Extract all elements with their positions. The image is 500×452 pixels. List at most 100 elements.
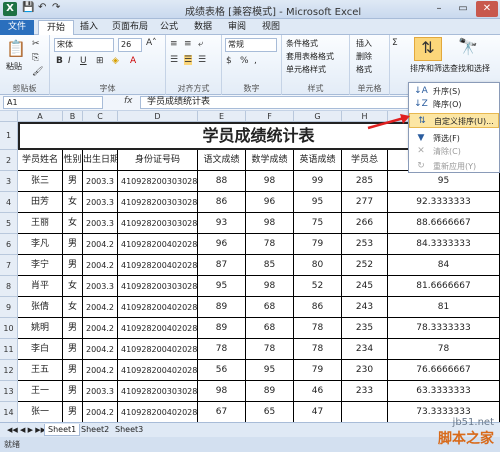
data-cell[interactable]: 2004.2 — [83, 297, 118, 318]
format-cells-button[interactable]: 格式 — [356, 64, 372, 75]
paste-button[interactable]: 粘贴 — [6, 61, 22, 72]
row-header[interactable]: 5 — [0, 213, 18, 234]
sheet-nav-icon[interactable]: ◀◀ ◀ ▶ ▶▶ — [4, 424, 49, 436]
row-header[interactable]: 4 — [0, 192, 18, 213]
name-box[interactable]: A1 — [3, 96, 103, 109]
data-cell[interactable]: 2003.3 — [83, 171, 118, 192]
align-top-icon[interactable]: ≡ — [170, 39, 178, 49]
tab-file[interactable]: 文件 — [0, 20, 34, 35]
align-right-icon[interactable]: ☰ — [198, 55, 206, 65]
data-cell[interactable]: 233 — [342, 381, 388, 402]
tab-home[interactable]: 开始 — [38, 20, 75, 35]
data-cell[interactable]: 86 — [198, 192, 246, 213]
data-cell[interactable]: 410928200402028812 — [118, 339, 198, 360]
data-cell[interactable]: 410928200402028812 — [118, 402, 198, 422]
data-cell[interactable]: 2003.3 — [83, 381, 118, 402]
data-cell[interactable]: 410928200303028812 — [118, 213, 198, 234]
data-cell[interactable]: 243 — [342, 297, 388, 318]
data-cell[interactable]: 410928200303028812 — [118, 276, 198, 297]
column-heading-cell[interactable]: 英语成绩 — [294, 150, 342, 171]
data-cell[interactable]: 78 — [294, 339, 342, 360]
align-middle-icon[interactable]: ≡ — [184, 39, 192, 49]
data-cell[interactable]: 78 — [388, 339, 500, 360]
tab-data[interactable]: 数据 — [186, 20, 220, 35]
data-cell[interactable]: 96 — [198, 234, 246, 255]
data-cell[interactable]: 410928200303028818 — [118, 192, 198, 213]
data-cell[interactable]: 410928200402028812 — [118, 255, 198, 276]
row-header[interactable]: 13 — [0, 381, 18, 402]
data-cell[interactable]: 2004.2 — [83, 255, 118, 276]
table-format-button[interactable]: 套用表格格式 — [286, 51, 334, 62]
sheet-tab-2[interactable]: Sheet2 — [78, 424, 112, 436]
row-header[interactable]: 2 — [0, 150, 18, 171]
select-all-corner[interactable] — [0, 111, 18, 122]
data-cell[interactable]: 95 — [198, 276, 246, 297]
tab-review[interactable]: 审阅 — [220, 20, 254, 35]
data-cell[interactable]: 95 — [246, 360, 294, 381]
data-cell[interactable]: 78 — [246, 339, 294, 360]
sheet-tab-3[interactable]: Sheet3 — [112, 424, 146, 436]
tab-insert[interactable]: 插入 — [72, 20, 106, 35]
find-select-icon[interactable]: 🔭 — [458, 37, 478, 56]
data-cell[interactable]: 46 — [294, 381, 342, 402]
data-cell[interactable]: 姚明 — [18, 318, 63, 339]
data-cell[interactable]: 95 — [388, 171, 500, 192]
tab-page-layout[interactable]: 页面布局 — [104, 20, 156, 35]
row-header[interactable]: 10 — [0, 318, 18, 339]
data-cell[interactable]: 277 — [342, 192, 388, 213]
font-name-select[interactable]: 宋体 — [54, 38, 114, 52]
data-cell[interactable]: 285 — [342, 171, 388, 192]
italic-button[interactable]: I — [68, 56, 71, 66]
data-cell[interactable]: 92.3333333 — [388, 192, 500, 213]
data-cell[interactable]: 王一 — [18, 381, 63, 402]
data-cell[interactable]: 68 — [246, 318, 294, 339]
data-cell[interactable]: 男 — [63, 171, 83, 192]
row-header[interactable]: 3 — [0, 171, 18, 192]
column-heading-cell[interactable]: 性别 — [63, 150, 83, 171]
column-header[interactable]: D — [118, 111, 198, 122]
bold-button[interactable]: B — [56, 56, 63, 66]
data-cell[interactable]: 252 — [342, 255, 388, 276]
data-cell[interactable]: 男 — [63, 234, 83, 255]
data-cell[interactable]: 79 — [294, 234, 342, 255]
data-cell[interactable]: 89 — [246, 381, 294, 402]
data-cell[interactable]: 85 — [246, 255, 294, 276]
data-cell[interactable]: 80 — [294, 255, 342, 276]
data-cell[interactable]: 2004.2 — [83, 339, 118, 360]
data-cell[interactable]: 98 — [246, 171, 294, 192]
data-cell[interactable] — [342, 402, 388, 422]
percent-icon[interactable]: % — [240, 56, 249, 66]
data-cell[interactable]: 81 — [388, 297, 500, 318]
data-cell[interactable]: 女 — [63, 192, 83, 213]
data-cell[interactable]: 女 — [63, 297, 83, 318]
underline-button[interactable]: U — [80, 56, 87, 66]
data-cell[interactable]: 88.6666667 — [388, 213, 500, 234]
conditional-format-button[interactable]: 条件格式 — [286, 38, 318, 49]
row-header[interactable]: 12 — [0, 360, 18, 381]
restore-button[interactable]: ▭ — [452, 1, 474, 17]
undo-icon[interactable]: ↶ — [38, 2, 46, 13]
currency-icon[interactable]: $ — [226, 56, 232, 66]
column-header[interactable]: B — [63, 111, 83, 122]
column-header[interactable]: F — [246, 111, 294, 122]
sheet-tab-1[interactable]: Sheet1 — [44, 424, 81, 436]
data-cell[interactable]: 253 — [342, 234, 388, 255]
autosum-icon[interactable]: Σ — [392, 38, 398, 48]
data-cell[interactable]: 李白 — [18, 339, 63, 360]
data-cell[interactable]: 男 — [63, 339, 83, 360]
data-cell[interactable]: 81.6666667 — [388, 276, 500, 297]
row-header[interactable]: 6 — [0, 234, 18, 255]
data-cell[interactable]: 女 — [63, 276, 83, 297]
insert-cells-button[interactable]: 插入 — [356, 38, 372, 49]
redo-icon[interactable]: ↷ — [52, 2, 60, 13]
align-left-icon[interactable]: ☰ — [170, 55, 178, 65]
data-cell[interactable]: 张一 — [18, 402, 63, 422]
column-heading-cell[interactable]: 学员总 — [342, 150, 388, 171]
font-size-select[interactable]: 26 — [118, 38, 142, 52]
column-header[interactable]: G — [294, 111, 342, 122]
column-header[interactable]: C — [83, 111, 118, 122]
data-cell[interactable]: 78 — [198, 339, 246, 360]
data-cell[interactable]: 78 — [294, 318, 342, 339]
data-cell[interactable]: 410928200402028812 — [118, 297, 198, 318]
grow-font-icon[interactable]: A˄ — [146, 38, 157, 48]
